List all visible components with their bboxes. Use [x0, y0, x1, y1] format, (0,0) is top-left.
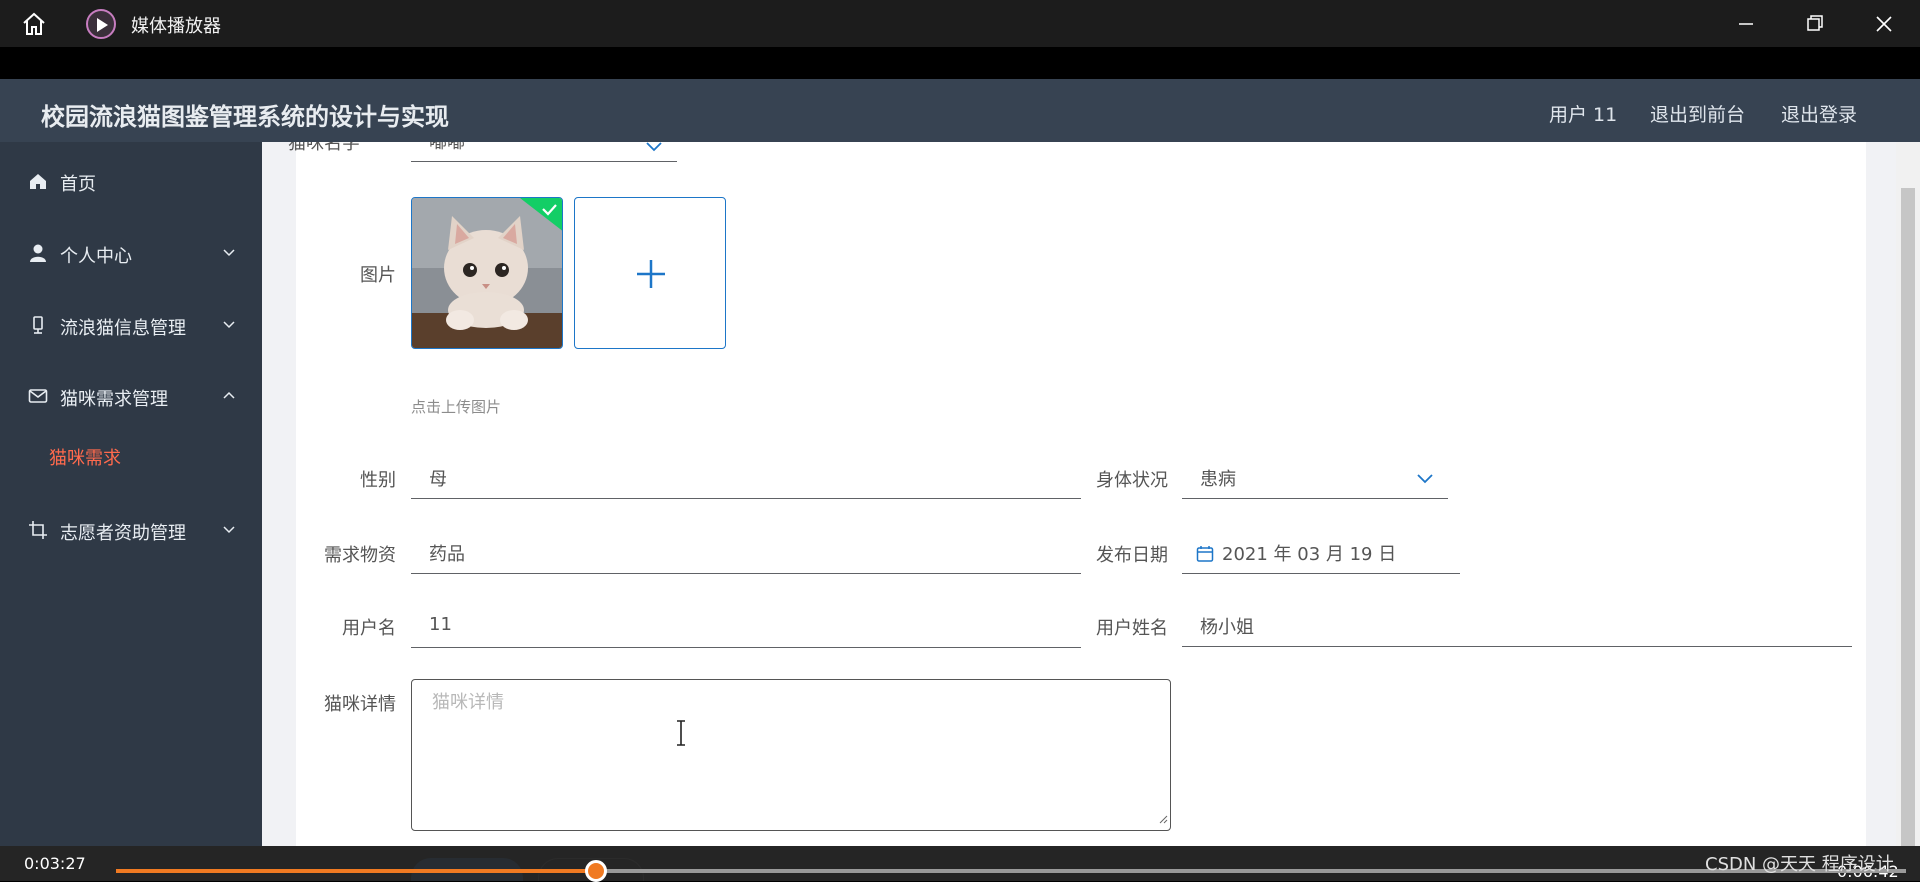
upload-image-button[interactable]	[574, 197, 726, 349]
restore-icon[interactable]	[1799, 8, 1831, 40]
sidebar-item-label: 首页	[60, 174, 96, 195]
player-logo-icon	[86, 9, 116, 39]
app-header: 校园流浪猫图鉴管理系统的设计与实现 用户 11 退出到前台 退出登录	[0, 79, 1920, 142]
health-label: 身体状况	[1096, 470, 1168, 491]
chevron-down-icon	[222, 316, 236, 330]
cat-name-row-clip: 猫咪名字 嘟嘟	[262, 142, 1896, 172]
chevron-up-icon	[222, 387, 236, 401]
text-cursor-icon	[675, 720, 687, 750]
username-label: 用户名	[342, 618, 396, 639]
minimize-icon[interactable]	[1730, 8, 1762, 40]
detail-label: 猫咪详情	[324, 694, 396, 715]
supplies-field[interactable]: 药品	[411, 534, 1081, 574]
sidebar-item-label: 流浪猫信息管理	[60, 318, 186, 339]
close-icon[interactable]	[1868, 8, 1900, 40]
date-picker[interactable]: 2021 年 03 月 19 日	[1182, 534, 1460, 574]
crop-icon	[28, 520, 48, 540]
calendar-icon	[1196, 545, 1214, 568]
uploaded-cat-photo[interactable]	[411, 197, 563, 349]
cat-photo-image	[412, 198, 562, 348]
sidebar-item-label: 志愿者资助管理	[60, 523, 186, 544]
username-field[interactable]: 11	[411, 608, 1081, 648]
home-icon	[28, 171, 48, 191]
realname-value: 杨小姐	[1200, 617, 1254, 638]
supplies-value: 药品	[429, 544, 465, 565]
cat-name-label: 猫咪名字	[288, 142, 360, 154]
current-user-link[interactable]: 用户 11	[1549, 100, 1617, 127]
cat-name-select[interactable]: 嘟嘟	[411, 142, 677, 162]
sidebar-item-label: 个人中心	[60, 246, 132, 267]
scrollbar-thumb[interactable]	[1901, 188, 1915, 846]
health-value: 患病	[1200, 469, 1236, 490]
exit-to-frontend-link[interactable]: 退出到前台	[1650, 100, 1745, 127]
sidebar: 首页 个人中心 流浪猫信息管理 猫咪需求管理 猫咪需求 志愿者资助管理	[0, 142, 262, 846]
cat-name-value: 嘟嘟	[429, 142, 465, 153]
home-icon[interactable]	[20, 10, 48, 38]
health-select[interactable]: 患病	[1182, 459, 1448, 499]
sidebar-item-label: 猫咪需求管理	[60, 389, 168, 410]
chevron-down-icon	[222, 244, 236, 258]
video-letterbox	[0, 47, 1920, 79]
detail-textarea[interactable]: 猫咪详情	[411, 679, 1171, 831]
user-icon	[28, 243, 48, 263]
gender-value: 母	[429, 469, 447, 490]
logout-link[interactable]: 退出登录	[1781, 100, 1857, 127]
watermark: CSDN @天天 程序设计	[1705, 854, 1894, 875]
sidebar-item-volunteer-funding[interactable]: 志愿者资助管理	[0, 511, 262, 551]
player-controls: 0:03:27 0:06:42	[0, 846, 1920, 881]
sidebar-item-stray-cat-info[interactable]: 流浪猫信息管理	[0, 306, 262, 346]
upload-hint: 点击上传图片	[411, 398, 502, 416]
sidebar-item-personal-center[interactable]: 个人中心	[0, 234, 262, 274]
player-titlebar: 媒体播放器	[0, 0, 1920, 47]
gender-label: 性别	[360, 470, 396, 491]
image-label: 图片	[360, 265, 396, 286]
progress-knob[interactable]	[584, 860, 607, 882]
resize-handle-icon[interactable]	[1158, 809, 1168, 828]
detail-placeholder: 猫咪详情	[432, 692, 504, 713]
chevron-down-icon	[222, 521, 236, 535]
progress-fill	[116, 869, 596, 873]
player-title: 媒体播放器	[131, 16, 221, 37]
supplies-label: 需求物资	[324, 545, 396, 566]
date-label: 发布日期	[1096, 545, 1168, 566]
sidebar-item-home[interactable]: 首页	[0, 162, 262, 202]
realname-label: 用户姓名	[1096, 618, 1168, 639]
device-icon	[28, 315, 48, 335]
current-time: 0:03:27	[24, 854, 86, 873]
gender-field[interactable]: 母	[411, 459, 1081, 499]
chevron-down-icon	[645, 142, 663, 159]
username-value: 11	[429, 614, 452, 635]
page-scrollbar[interactable]	[1896, 142, 1920, 846]
sidebar-subitem-cat-demand[interactable]: 猫咪需求	[49, 444, 121, 470]
mail-icon	[28, 386, 48, 406]
chevron-down-icon	[1416, 471, 1434, 492]
plus-icon	[635, 258, 667, 294]
realname-field[interactable]: 杨小姐	[1182, 607, 1852, 647]
system-title: 校园流浪猫图鉴管理系统的设计与实现	[41, 103, 449, 131]
date-value: 2021 年 03 月 19 日	[1222, 544, 1397, 565]
sidebar-item-cat-demand[interactable]: 猫咪需求管理	[0, 377, 262, 417]
